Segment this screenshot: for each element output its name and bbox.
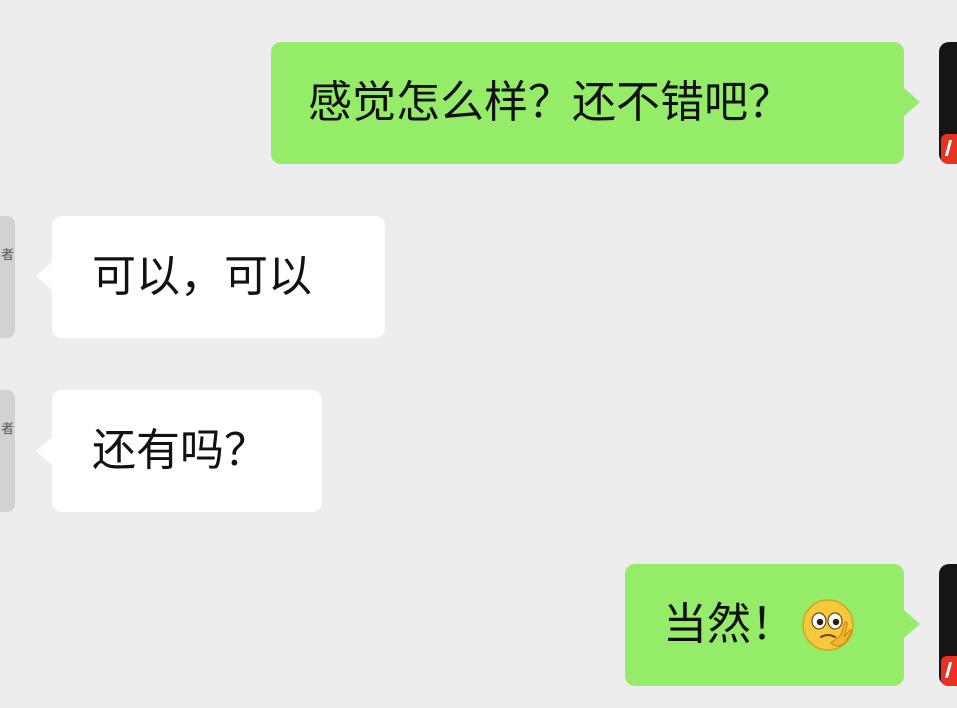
message-bubble-incoming[interactable]: 还有吗？	[52, 390, 322, 512]
avatar-glyph: 者	[1, 422, 15, 437]
self-avatar[interactable]	[939, 42, 957, 164]
thinking-face-emoji-icon	[802, 599, 854, 651]
contact-avatar[interactable]: 者	[0, 216, 15, 338]
message-text: 当然！	[663, 599, 795, 650]
contact-avatar[interactable]: 者	[0, 390, 15, 512]
message-bubble-incoming[interactable]: 可以，可以	[52, 216, 385, 338]
message-text: 可以，可以	[92, 251, 312, 302]
avatar-glyph: 者	[1, 248, 15, 263]
bubble-tail	[36, 437, 52, 465]
bubble-tail	[36, 262, 52, 290]
bubble-tail	[904, 610, 920, 638]
message-bubble-outgoing[interactable]: 当然！	[625, 564, 904, 686]
bubble-tail	[904, 88, 920, 116]
message-text: 感觉怎么样？还不错吧？	[308, 77, 792, 128]
message-bubble-outgoing[interactable]: 感觉怎么样？还不错吧？	[271, 42, 904, 164]
avatar-badge	[941, 134, 957, 164]
chat-window: 感觉怎么样？还不错吧？ 者 可以，可以 者 还有吗？ 当然！	[0, 0, 957, 708]
message-text: 还有吗？	[92, 425, 268, 476]
self-avatar[interactable]	[939, 564, 957, 686]
avatar-badge	[941, 656, 957, 686]
